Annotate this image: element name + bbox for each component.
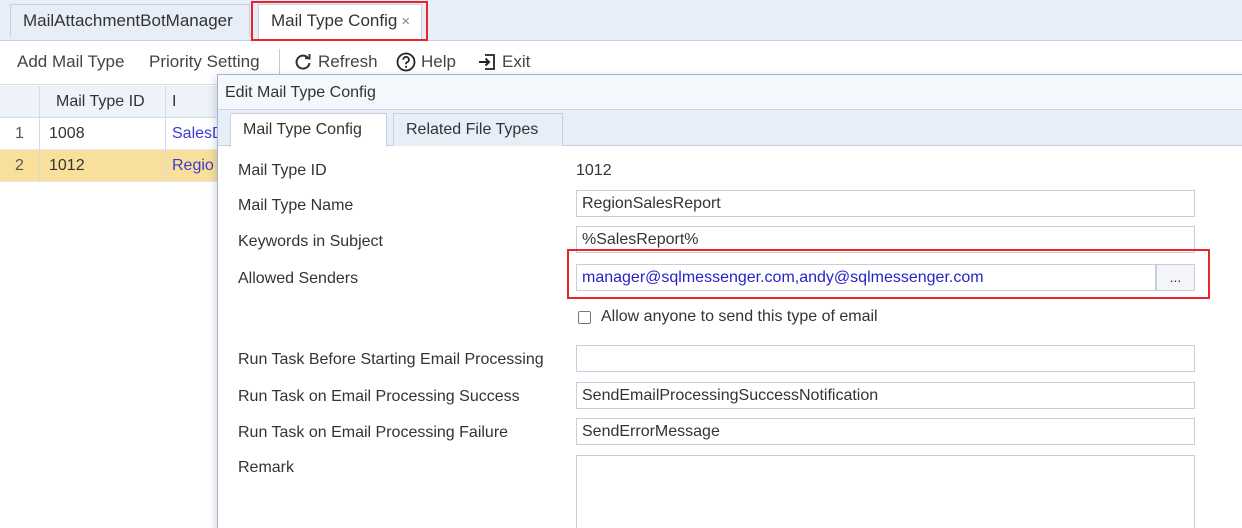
tab-mail-attachment-bot-manager[interactable]: MailAttachmentBotManager [10,4,250,37]
edit-mail-type-dialog: Edit Mail Type Config Mail Type Config R… [217,74,1242,528]
header-mail-type-id[interactable]: Mail Type ID [41,86,166,118]
refresh-button[interactable]: Refresh [293,52,378,72]
exit-label: Exit [502,52,531,71]
priority-setting-label: Priority Setting [149,52,260,71]
remark-label: Remark [238,459,295,476]
mail-type-grid: Mail Type ID I 1 1008 SalesD 2 1012 Regi… [0,86,230,182]
refresh-label: Refresh [318,52,378,71]
tab-label: Mail Type Config [271,11,398,30]
mail-type-id-label: Mail Type ID [238,162,327,179]
allowed-senders-field[interactable]: manager@sqlmessenger.com,andy@sqlmesseng… [576,264,1156,291]
tab-related-file-types[interactable]: Related File Types [393,113,563,146]
allow-anyone-checkbox[interactable] [578,310,591,324]
close-icon[interactable]: × [401,13,410,30]
keywords-field[interactable]: %SalesReport% [576,226,1195,253]
dialog-title[interactable]: Edit Mail Type Config [218,75,1242,110]
help-label: Help [421,52,456,71]
mail-type-id-cell: 1012 [41,150,166,182]
help-button[interactable]: Help [396,52,456,72]
exit-button[interactable]: Exit [477,52,530,72]
run-task-before-label: Run Task Before Starting Email Processin… [238,351,544,368]
refresh-icon [295,54,311,70]
run-task-failure-label: Run Task on Email Processing Failure [238,424,509,441]
grid-header: Mail Type ID I [0,86,230,118]
mail-type-id-value: 1012 [576,162,612,179]
allow-anyone-option[interactable]: Allow anyone to send this type of email [578,308,878,326]
row-number: 2 [0,150,40,182]
allow-anyone-label: Allow anyone to send this type of email [601,308,878,325]
remark-field[interactable] [576,455,1195,528]
priority-setting-button[interactable]: Priority Setting [149,52,260,72]
run-task-failure-field[interactable]: SendErrorMessage [576,418,1195,445]
tab-label: MailAttachmentBotManager [23,11,233,30]
help-icon [396,52,416,72]
toolbar-separator [279,49,280,77]
row-number: 1 [0,118,40,150]
exit-icon [479,54,495,70]
add-mail-type-label: Add Mail Type [17,52,125,71]
add-mail-type-button[interactable]: Add Mail Type [17,52,124,72]
header-row-number [0,86,40,118]
keywords-label: Keywords in Subject [238,233,383,250]
dialog-tab-strip: Mail Type Config Related File Types [218,110,1242,147]
allowed-senders-label: Allowed Senders [238,270,359,287]
run-task-success-field[interactable]: SendEmailProcessingSuccessNotification [576,382,1195,409]
tab-mail-type-config[interactable]: Mail Type Config × [258,4,422,41]
tab-mail-type-config-form[interactable]: Mail Type Config [230,113,387,147]
table-row[interactable]: 1 1008 SalesD [0,118,230,150]
run-task-before-field[interactable] [576,345,1195,372]
mail-type-name-field[interactable]: RegionSalesReport [576,190,1195,217]
mail-type-id-cell: 1008 [41,118,166,150]
mail-type-name-label: Mail Type Name [238,197,354,214]
browse-senders-button[interactable]: ... [1156,264,1195,291]
run-task-success-label: Run Task on Email Processing Success [238,388,520,405]
table-row-selected[interactable]: 2 1012 Regio [0,150,230,182]
tab-strip: MailAttachmentBotManager Mail Type Confi… [0,0,1242,41]
